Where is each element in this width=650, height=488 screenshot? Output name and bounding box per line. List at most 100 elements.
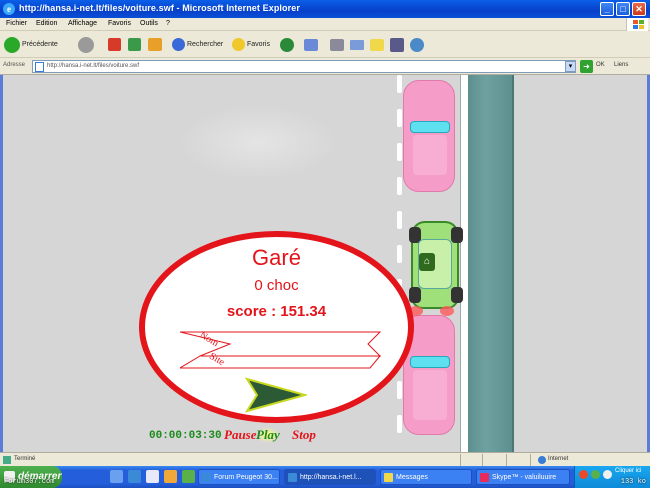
- forward-button[interactable]: [78, 35, 94, 54]
- player-car: ⌂: [409, 221, 463, 309]
- mail-icon: [304, 38, 318, 51]
- score-value: score : 151.34: [226, 303, 327, 320]
- page-icon: [35, 62, 44, 72]
- zone-text: Internet: [548, 456, 569, 462]
- result-title: Garé: [252, 245, 301, 270]
- go-arrow-icon[interactable]: ➜: [580, 60, 593, 73]
- folder-icon: [370, 38, 384, 51]
- address-bar: Adresse http://hansa.i-net.lt/files/voit…: [0, 58, 650, 75]
- taillight-right: [440, 306, 454, 316]
- task-messages[interactable]: Messages: [380, 469, 472, 485]
- tray-network-icon[interactable]: [591, 470, 600, 479]
- toolbar: Précédente Rechercher Favoris: [0, 31, 650, 58]
- search-button[interactable]: Rechercher: [172, 35, 223, 54]
- history-button[interactable]: [280, 35, 294, 54]
- task-hansa-voiture[interactable]: http://hansa.i-net.l...: [284, 469, 376, 485]
- menu-edit[interactable]: Edition: [36, 20, 57, 27]
- menu-view[interactable]: Affichage: [68, 20, 97, 27]
- crash-count: 0 choc: [254, 277, 299, 294]
- mail-task-icon: [384, 473, 393, 482]
- back-arrow-icon: [4, 36, 20, 53]
- play-button[interactable]: Play: [256, 427, 280, 443]
- stop-game-button[interactable]: Stop: [292, 427, 316, 443]
- quicklaunch-folder-icon[interactable]: [164, 470, 177, 483]
- canal-water: [468, 75, 513, 452]
- refresh-icon: [128, 38, 141, 51]
- go-button[interactable]: OK: [596, 62, 605, 68]
- clock: 133 ko: [620, 478, 646, 486]
- result-panel: Garé 0 choc score : 151.34 Nom Site: [139, 231, 414, 423]
- address-label: Adresse: [3, 62, 26, 68]
- windows-logo-icon: [626, 18, 648, 31]
- edit-button[interactable]: [350, 35, 364, 54]
- home-button[interactable]: [148, 35, 162, 54]
- skype-task-icon: [480, 473, 489, 482]
- task-forum-peugeot[interactable]: Forum Peugeot 30...: [198, 469, 280, 485]
- close-button[interactable]: ✕: [632, 2, 646, 16]
- address-input[interactable]: http://hansa.i-net.lt/files/voiture.swf: [32, 60, 576, 73]
- minimize-button[interactable]: _: [600, 2, 614, 16]
- search-icon: [172, 38, 185, 51]
- name-input[interactable]: [235, 336, 375, 348]
- research-button[interactable]: [390, 35, 404, 54]
- taskbar: démarrer Forum307.com Forum Peugeot 30..…: [0, 466, 650, 488]
- messenger-icon: [410, 37, 424, 52]
- done-icon: [3, 456, 11, 464]
- quicklaunch-app-icon[interactable]: [182, 470, 195, 483]
- quicklaunch-media-icon[interactable]: [146, 470, 159, 483]
- menu-favorites[interactable]: Favoris: [108, 20, 131, 27]
- favorites-button[interactable]: Favoris: [232, 35, 270, 54]
- car-logo-icon: ⌂: [419, 253, 435, 271]
- quicklaunch-ie-icon[interactable]: [128, 470, 141, 483]
- menu-file[interactable]: Fichier: [6, 20, 27, 27]
- task-skype[interactable]: Skype™ - valuiluuire: [476, 469, 570, 485]
- menu-help[interactable]: ?: [166, 20, 170, 27]
- ie-logo-icon: e: [3, 3, 15, 15]
- history-icon: [280, 37, 294, 52]
- favorites-star-icon: [232, 38, 245, 51]
- print-icon: [330, 38, 344, 51]
- maximize-button[interactable]: □: [616, 2, 630, 16]
- submit-arrow-icon[interactable]: [245, 377, 307, 413]
- stop-icon: [108, 38, 121, 51]
- quicklaunch-desktop-icon[interactable]: [110, 470, 123, 483]
- tray-hint: Cliquer ici: [615, 468, 642, 474]
- forward-arrow-icon: [78, 36, 94, 53]
- address-dropdown-button[interactable]: ▾: [565, 61, 576, 72]
- title-bar: e http://hansa.i-net.lt/files/voiture.sw…: [0, 0, 650, 18]
- screen-glare: [178, 105, 338, 180]
- flash-game-area[interactable]: ⌂ Garé 0 choc score : 151.34 Nom Site 00…: [0, 75, 650, 452]
- ie-task-icon: [202, 473, 211, 482]
- watermark-text: Forum307.com: [4, 478, 55, 486]
- print-button[interactable]: [330, 35, 344, 54]
- stop-button[interactable]: [108, 35, 121, 54]
- menu-tools[interactable]: Outils: [140, 20, 158, 27]
- research-icon: [390, 37, 404, 52]
- tray-volume-icon[interactable]: [603, 470, 612, 479]
- search-label: Rechercher: [187, 41, 224, 48]
- links-button[interactable]: Liens: [614, 62, 628, 68]
- parked-car-front: [403, 80, 455, 192]
- site-input[interactable]: [240, 356, 370, 368]
- folder-button[interactable]: [370, 35, 384, 54]
- home-icon: [148, 38, 162, 51]
- tray-security-icon[interactable]: [579, 470, 588, 479]
- timer: 00:00:03:30: [149, 430, 222, 442]
- status-bar: Terminé Internet: [0, 452, 650, 466]
- status-text: Terminé: [14, 456, 36, 462]
- back-button[interactable]: Précédente: [4, 35, 58, 54]
- mail-button[interactable]: [304, 35, 318, 54]
- internet-zone-icon: [538, 456, 546, 464]
- back-label: Précédente: [22, 41, 58, 48]
- menu-bar: Fichier Edition Affichage Favoris Outils…: [0, 18, 650, 31]
- address-url: http://hansa.i-net.lt/files/voiture.swf: [47, 63, 140, 69]
- favorites-label: Favoris: [247, 41, 270, 48]
- edit-icon: [350, 39, 364, 50]
- canal-edge: [512, 75, 514, 452]
- sidewalk-curb: [460, 75, 468, 452]
- ie-task-icon: [288, 473, 297, 482]
- refresh-button[interactable]: [128, 35, 141, 54]
- messenger-button[interactable]: [410, 35, 424, 54]
- pause-button[interactable]: Pause: [224, 427, 257, 443]
- window-title: http://hansa.i-net.lt/files/voiture.swf …: [19, 3, 300, 13]
